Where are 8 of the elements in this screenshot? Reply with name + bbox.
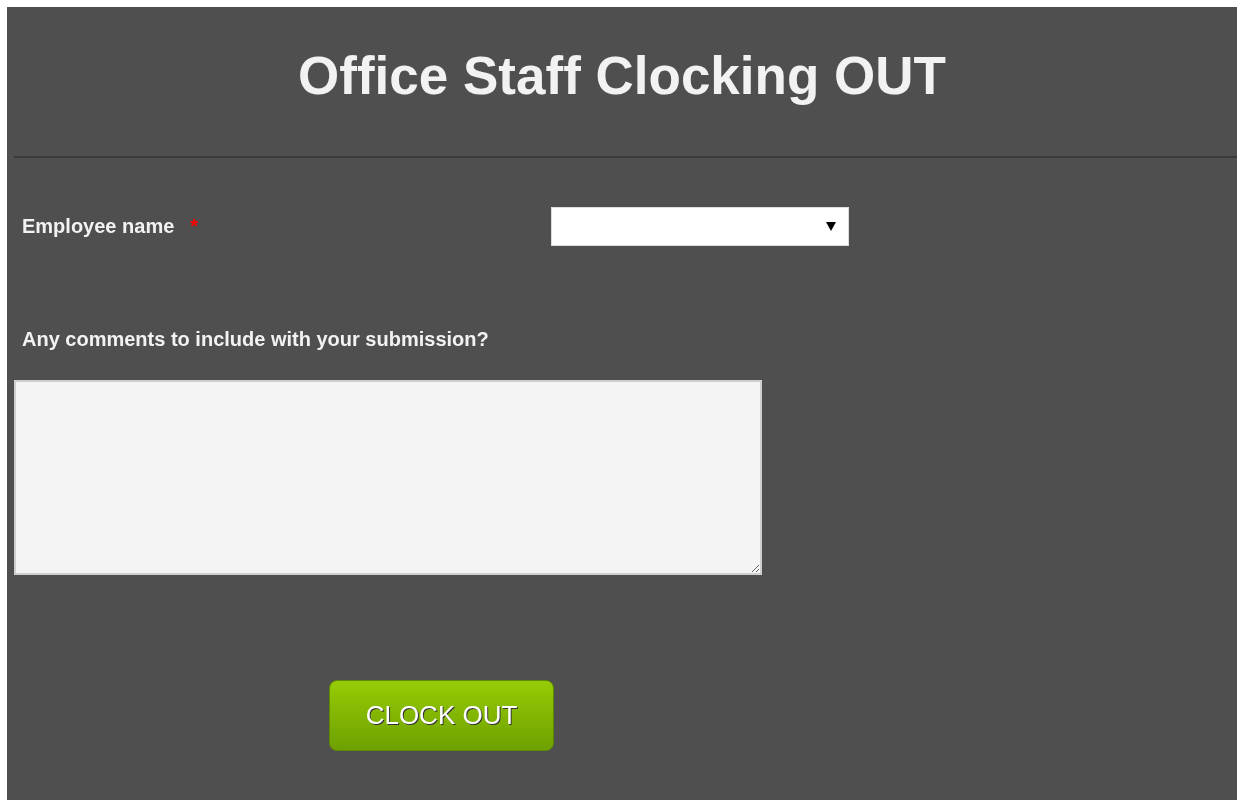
required-mark: * [190,214,199,238]
comments-field[interactable] [14,380,762,575]
employee-select[interactable] [551,206,849,246]
dropdown-arrow-icon [826,221,836,231]
form-title: Office Staff Clocking OUT [297,45,947,107]
field-label: Any comments to include with your submission? [22,328,489,350]
clock-out-button[interactable]: CLOCK OUT [329,680,554,751]
field-label: Employee name [22,214,175,239]
